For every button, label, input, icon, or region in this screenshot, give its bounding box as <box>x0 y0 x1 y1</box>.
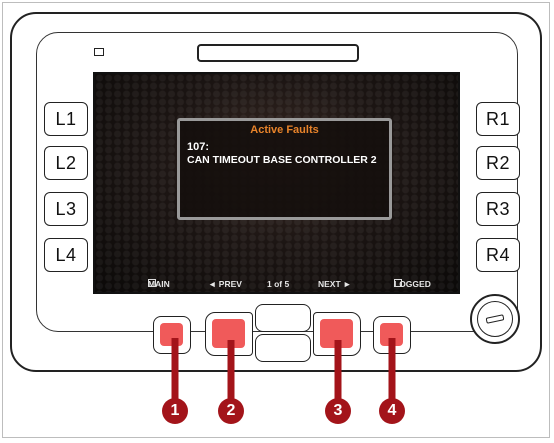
callout-1: 1 <box>162 398 188 424</box>
callout-2: 2 <box>218 398 244 424</box>
callout-4: 4 <box>379 398 405 424</box>
callout-3: 3 <box>325 398 351 424</box>
callout-leaders <box>171 338 396 402</box>
